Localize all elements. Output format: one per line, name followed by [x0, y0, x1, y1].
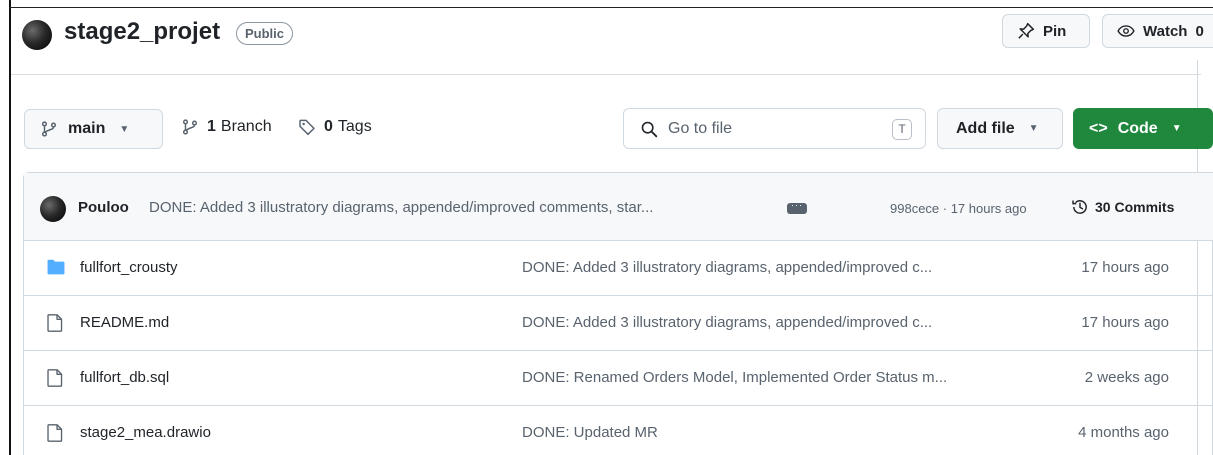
code-icon: <>	[1089, 119, 1108, 137]
visibility-badge: Public	[236, 22, 294, 45]
go-to-file-placeholder: Go to file	[668, 119, 733, 137]
window-frame-top	[9, 7, 1213, 8]
tag-icon	[299, 119, 315, 136]
pin-icon	[1018, 22, 1035, 39]
keyboard-shortcut-hint: T	[892, 119, 912, 140]
commit-author-avatar[interactable]	[40, 196, 66, 222]
file-commit-age: 17 hours ago	[1081, 314, 1169, 331]
file-row[interactable]: stage2_mea.drawio DONE: Updated MR 4 mon…	[24, 407, 1213, 455]
watch-count: 0	[1195, 22, 1204, 40]
window-frame-left	[9, 0, 11, 455]
file-name[interactable]: stage2_mea.drawio	[80, 424, 211, 441]
pin-button[interactable]: Pin	[1002, 14, 1090, 48]
commit-author[interactable]: Pouloo	[78, 199, 129, 216]
watch-button[interactable]: Watch 0	[1102, 14, 1213, 48]
folder-icon	[47, 259, 65, 275]
chevron-down-icon: ▼	[119, 123, 130, 135]
commits-count: 30 Commits	[1095, 199, 1175, 215]
file-commit-message[interactable]: DONE: Added 3 illustratory diagrams, app…	[522, 314, 932, 331]
history-icon	[1072, 200, 1087, 214]
repo-name[interactable]: stage2_projet	[64, 18, 220, 46]
chevron-down-icon: ▼	[1028, 123, 1039, 134]
file-commit-message[interactable]: DONE: Renamed Orders Model, Implemented …	[522, 369, 947, 386]
tag-count-label: Tags	[337, 118, 372, 135]
file-icon	[47, 369, 63, 387]
search-icon	[641, 121, 658, 137]
eye-icon	[1117, 25, 1135, 37]
chevron-down-icon: ▼	[1171, 123, 1182, 134]
code-button[interactable]: <> Code ▼	[1073, 108, 1213, 149]
commits-history-link[interactable]: 30 Commits	[1071, 198, 1174, 216]
add-file-button[interactable]: Add file ▼	[937, 108, 1063, 149]
add-file-label: Add file	[956, 119, 1015, 137]
file-commit-message[interactable]: DONE: Added 3 illustratory diagrams, app…	[522, 259, 932, 276]
branch-name: main	[68, 120, 106, 137]
watch-label: Watch	[1143, 22, 1188, 40]
file-row[interactable]: fullfort_db.sql DONE: Renamed Orders Mod…	[24, 352, 1213, 406]
expand-commit-message-icon[interactable]: ···	[787, 201, 807, 214]
file-commit-age: 17 hours ago	[1081, 259, 1169, 276]
file-name[interactable]: fullfort_db.sql	[80, 369, 169, 386]
branch-count-label: Branch	[220, 118, 272, 135]
branch-count: 1	[207, 118, 216, 135]
file-commit-age: 4 months ago	[1078, 424, 1169, 441]
commit-sha-and-time[interactable]: 998cece · 17 hours ago	[890, 201, 1027, 216]
file-row[interactable]: fullfort_crousty DONE: Added 3 illustrat…	[24, 242, 1213, 296]
go-to-file-input[interactable]: Go to file T	[623, 108, 926, 149]
file-row[interactable]: README.md DONE: Added 3 illustratory dia…	[24, 297, 1213, 351]
file-icon	[47, 424, 63, 442]
git-branch-icon	[182, 119, 198, 135]
branches-link[interactable]: 1 Branch	[181, 118, 272, 136]
file-name[interactable]: fullfort_crousty	[80, 259, 178, 276]
file-icon	[47, 314, 63, 332]
branch-selector[interactable]: main ▼	[24, 109, 163, 149]
repo-owner-avatar[interactable]	[22, 20, 52, 50]
latest-commit-message[interactable]: DONE: Added 3 illustratory diagrams, app…	[149, 199, 653, 216]
tag-count: 0	[324, 118, 333, 135]
file-commit-age: 2 weeks ago	[1084, 369, 1169, 386]
file-name[interactable]: README.md	[80, 314, 169, 331]
pin-label: Pin	[1043, 22, 1067, 40]
tags-link[interactable]: 0 Tags	[298, 118, 372, 136]
file-commit-message[interactable]: DONE: Updated MR	[522, 424, 658, 441]
header-divider	[11, 74, 1201, 75]
code-label: Code	[1117, 119, 1158, 137]
git-branch-icon	[41, 121, 57, 137]
